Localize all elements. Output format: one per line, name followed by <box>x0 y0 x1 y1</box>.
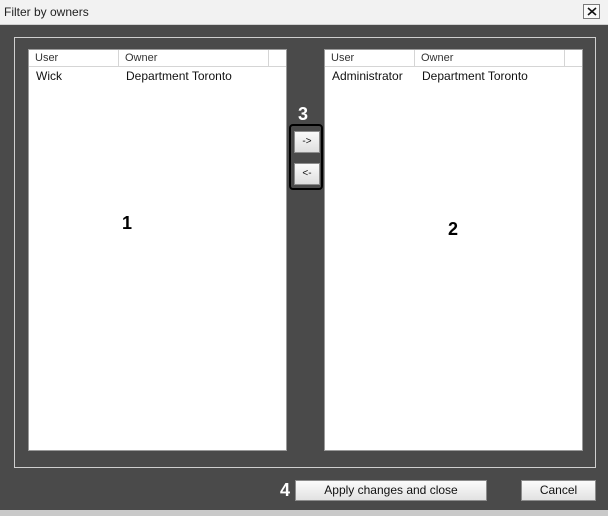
selected-users-list[interactable]: User Owner Administrator Department Toro… <box>324 49 583 451</box>
close-button[interactable] <box>583 4 600 19</box>
column-header-user[interactable]: User <box>29 50 119 66</box>
column-header-owner[interactable]: Owner <box>415 50 565 66</box>
list-item[interactable]: Wick Department Toronto <box>29 68 286 84</box>
list-header: User Owner <box>29 50 286 67</box>
move-right-button[interactable]: -> <box>294 131 320 153</box>
list-header: User Owner <box>325 50 582 67</box>
owner-cell: Department Toronto <box>126 69 232 83</box>
callout-4: 4 <box>280 480 291 500</box>
move-left-button[interactable]: <- <box>294 163 320 185</box>
user-cell: Administrator <box>332 69 403 83</box>
list-item[interactable]: Administrator Department Toronto <box>325 68 582 84</box>
callout-2: 2 <box>448 219 459 239</box>
callout-3: 3 <box>298 104 309 124</box>
cancel-button[interactable]: Cancel <box>521 480 596 501</box>
window-bottom-edge <box>0 510 608 516</box>
available-users-list[interactable]: User Owner Wick Department Toronto <box>28 49 287 451</box>
move-buttons-group: -> <- <box>289 124 323 190</box>
column-header-owner[interactable]: Owner <box>119 50 269 66</box>
column-header-user[interactable]: User <box>325 50 415 66</box>
callout-1: 1 <box>122 213 133 233</box>
apply-changes-button[interactable]: Apply changes and close <box>295 480 487 501</box>
user-cell: Wick <box>36 69 62 83</box>
owner-cell: Department Toronto <box>422 69 528 83</box>
window-title: Filter by owners <box>4 5 89 19</box>
title-bar: Filter by owners <box>0 0 608 25</box>
close-icon <box>587 7 597 16</box>
